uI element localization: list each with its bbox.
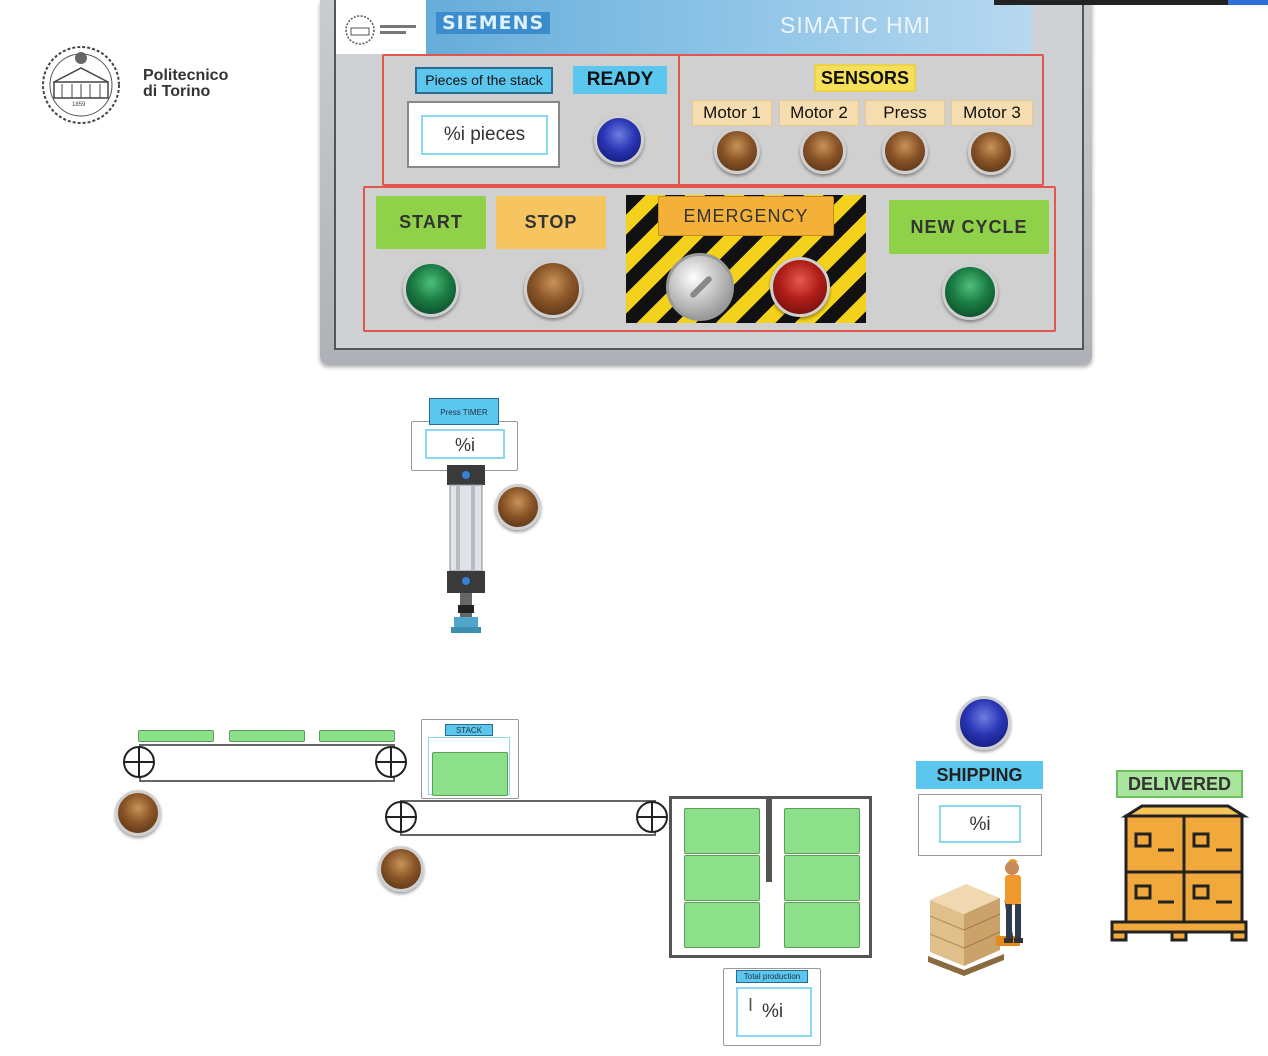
press-timer-label: Press TIMER xyxy=(429,398,499,425)
stored-piece xyxy=(784,855,860,901)
roller-right-icon xyxy=(636,801,668,833)
sensor-label-motor-1: Motor 1 xyxy=(692,100,772,126)
shipping-indicator-lamp xyxy=(957,696,1011,750)
new-cycle-indicator-lamp xyxy=(942,264,998,320)
stack-label: STACK xyxy=(445,724,493,736)
start-button[interactable]: START xyxy=(376,196,486,249)
conveyor-piece xyxy=(319,730,395,742)
conveyor-belt-1 xyxy=(139,744,395,782)
stored-piece xyxy=(684,808,760,854)
shipping-label: SHIPPING xyxy=(916,761,1043,789)
sensor-lamp-press xyxy=(882,128,928,174)
emergency-indicator-lamp xyxy=(770,257,830,317)
motor-2-lamp xyxy=(378,846,424,892)
press-sensor-lamp xyxy=(495,484,541,530)
stop-button[interactable]: STOP xyxy=(496,196,606,249)
stored-piece xyxy=(684,855,760,901)
pieces-of-stack-label: Pieces of the stack xyxy=(415,67,553,94)
sensor-label-press: Press xyxy=(865,100,945,126)
conveyor-piece xyxy=(229,730,305,742)
roller-left-icon xyxy=(123,746,155,778)
start-indicator-lamp xyxy=(403,261,459,317)
stack-piece xyxy=(432,752,508,796)
roller-left-icon xyxy=(385,801,417,833)
press-cylinder xyxy=(443,465,489,637)
logo-line-2: di Torino xyxy=(143,83,211,100)
seal-year: 1859 xyxy=(72,102,86,108)
shipping-value: %i xyxy=(939,805,1021,843)
sensor-label-motor-3: Motor 3 xyxy=(951,100,1033,126)
sensor-lamp-motor-1 xyxy=(714,128,760,174)
storage-bin-divider xyxy=(766,796,772,882)
stored-piece xyxy=(784,902,860,948)
politecnico-seal-logo: 1859 xyxy=(30,44,132,126)
pieces-value: %i pieces xyxy=(421,115,548,155)
delivered-boxes-image xyxy=(1108,804,1250,944)
pieces-display-field: %i pieces xyxy=(407,101,560,168)
shipping-field: %i xyxy=(918,794,1042,856)
siemens-brand: SIEMENS xyxy=(436,12,551,34)
total-production-label: Total production xyxy=(736,970,808,983)
worker-pallet-jack-image xyxy=(926,856,1038,982)
conveyor-piece xyxy=(138,730,214,742)
window-top-bar xyxy=(994,0,1268,5)
roller-right-icon xyxy=(375,746,407,778)
emergency-label: EMERGENCY xyxy=(658,196,834,236)
stored-piece xyxy=(784,808,860,854)
sensors-title: SENSORS xyxy=(814,64,916,92)
emergency-stop-button[interactable] xyxy=(666,253,734,321)
estop-slot-icon xyxy=(688,274,714,300)
stored-piece xyxy=(684,902,760,948)
delivered-label: DELIVERED xyxy=(1116,770,1243,798)
sensor-lamp-motor-3 xyxy=(968,129,1014,175)
total-production-field[interactable]: I %i xyxy=(736,987,812,1037)
politecnico-wordmark: Politecnico di Torino xyxy=(143,68,228,100)
text-cursor-icon: I xyxy=(748,995,754,1015)
hmi-header-logo xyxy=(336,0,426,54)
sensor-label-motor-2: Motor 2 xyxy=(779,100,859,126)
conveyor-belt-2 xyxy=(400,800,656,836)
motor-1-lamp xyxy=(115,790,161,836)
ready-indicator-lamp xyxy=(594,115,644,165)
new-cycle-button[interactable]: NEW CYCLE xyxy=(889,200,1049,254)
window-top-accent xyxy=(1228,0,1268,5)
press-timer-value: %i xyxy=(425,429,505,459)
total-production-value: %i xyxy=(762,1001,784,1022)
simatic-hmi-title: SIMATIC HMI xyxy=(780,12,932,38)
sensor-lamp-motor-2 xyxy=(800,128,846,174)
ready-label: READY xyxy=(573,66,667,94)
logo-line-1: Politecnico xyxy=(143,67,229,84)
stop-indicator-lamp xyxy=(524,260,582,318)
